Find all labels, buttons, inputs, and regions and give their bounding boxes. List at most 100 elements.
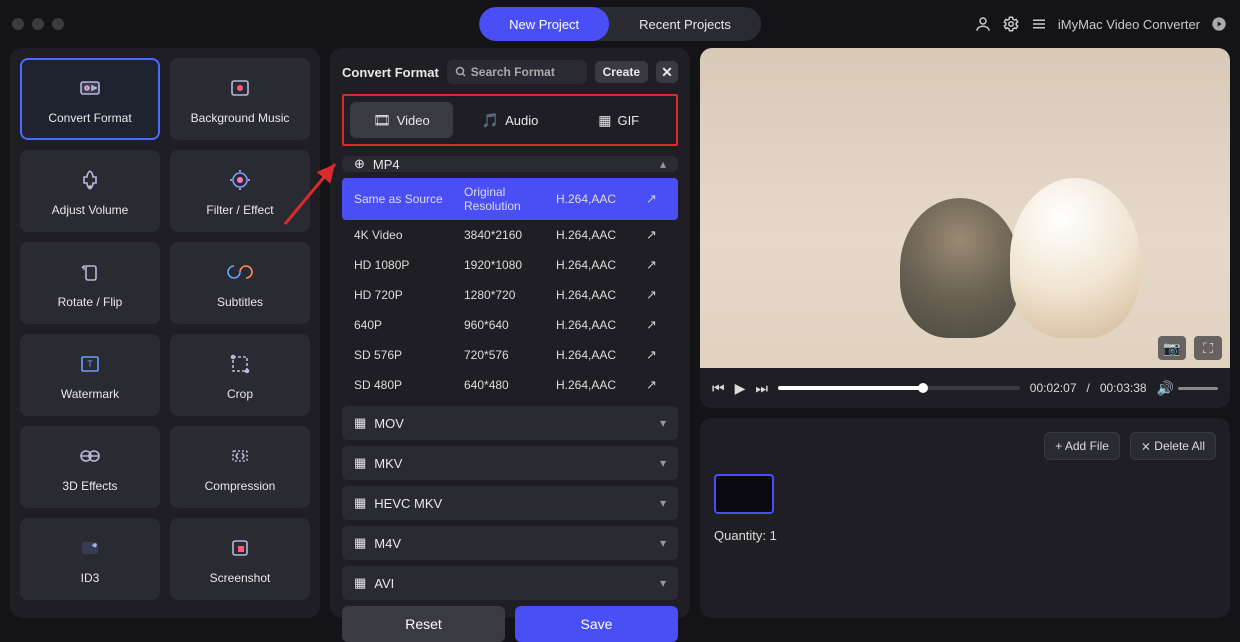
delete-all-button[interactable]: ⨯ Delete All [1130,432,1216,460]
settings-icon[interactable] [1002,15,1020,33]
edit-preset-icon[interactable]: ↗ [646,377,666,393]
section-avi[interactable]: ▦AVI▾ [342,566,678,600]
right-column: 📷 ⛶ ⏮ ▶ ⏭ 00:02:07 / 00:03:38 🔊 + Ad [700,48,1230,618]
format-icon: ▦ [354,535,366,551]
tool-subtitles[interactable]: Subtitles [170,242,310,324]
video-area[interactable]: 📷 ⛶ [700,48,1230,368]
tool-label: Watermark [61,387,119,401]
account-icon[interactable] [974,15,992,33]
prev-button[interactable]: ⏮ [712,380,725,397]
tool-convert[interactable]: Convert Format [20,58,160,140]
preset-name: 4K Video [354,228,464,242]
preset-name: Same as Source [354,192,464,206]
gif-icon: ▦ [598,112,611,129]
preset-row[interactable]: 640P960*640H.264,AAC↗ [342,310,678,340]
reset-button[interactable]: Reset [342,606,505,642]
traffic-max[interactable] [52,18,64,30]
tool-rotate[interactable]: Rotate / Flip [20,242,160,324]
section-label: MKV [374,456,402,471]
format-icon: ▦ [354,575,366,591]
preset-row[interactable]: HD 1080P1920*1080H.264,AAC↗ [342,250,678,280]
search-icon [455,66,467,78]
preset-res: 960*640 [464,318,556,332]
tool-volume[interactable]: Adjust Volume [20,150,160,232]
save-button[interactable]: Save [515,606,678,642]
tool-music[interactable]: Background Music [170,58,310,140]
edit-preset-icon[interactable]: ↗ [646,287,666,303]
tab-new-project[interactable]: New Project [479,7,609,41]
queue-thumbnail[interactable] [714,474,774,514]
tools-panel: Convert Format Background Music Adjust Vol… [10,48,320,618]
section-label: M4V [374,536,401,551]
traffic-close[interactable] [12,18,24,30]
preset-res: 1920*1080 [464,258,556,272]
queue-panel: + Add File ⨯ Delete All Quantity: 1 [700,418,1230,618]
preset-res: Original Resolution [464,185,556,213]
preset-row[interactable]: HD 720P1280*720H.264,AAC↗ [342,280,678,310]
search-placeholder: Search Format [471,65,555,79]
search-input[interactable]: Search Format [447,60,587,84]
progress-bar[interactable] [778,386,1020,390]
window-traffic-lights [12,18,64,30]
menu-icon[interactable] [1030,15,1048,33]
watermark-icon: T [75,349,105,379]
tab-audio[interactable]: 🎵Audio [459,102,562,138]
preset-codec: H.264,AAC [556,258,646,272]
screenshot-icon [225,533,255,563]
add-file-button[interactable]: + Add File [1044,432,1120,460]
section-hevc-mkv[interactable]: ▦HEVC MKV▾ [342,486,678,520]
convert-panel: Convert Format Search Format Create ✕ 🎞V… [330,48,690,618]
play-button[interactable]: ▶ [735,380,746,397]
format-icon: ▦ [354,495,366,511]
format-icon: ⊕ [354,156,365,172]
snapshot-icon[interactable]: 📷 [1158,336,1186,360]
tool-screenshot[interactable]: Screenshot [170,518,310,600]
tool-crop[interactable]: Crop [170,334,310,416]
time-sep: / [1087,381,1090,395]
chevron-down-icon: ▾ [660,496,666,510]
tool-compress[interactable]: Compression [170,426,310,508]
edit-preset-icon[interactable]: ↗ [646,317,666,333]
tool-watermark[interactable]: T Watermark [20,334,160,416]
edit-preset-icon[interactable]: ↗ [646,227,666,243]
tab-recent-projects[interactable]: Recent Projects [609,7,761,41]
tab-video[interactable]: 🎞Video [350,102,453,138]
section-m4v[interactable]: ▦ M4V ▾ [342,526,678,560]
format-type-tabs: 🎞Video 🎵Audio ▦GIF [342,94,678,146]
player-controls: ⏮ ▶ ⏭ 00:02:07 / 00:03:38 🔊 [700,368,1230,408]
volume-slider[interactable] [1178,387,1218,390]
edit-preset-icon[interactable]: ↗ [646,191,666,207]
volume-icon [75,165,105,195]
tool-3d[interactable]: 3D Effects [20,426,160,508]
tab-gif[interactable]: ▦GIF [567,102,670,138]
preset-codec: H.264,AAC [556,192,646,206]
tool-label: Background Music [191,111,290,125]
tool-id3[interactable]: ID3 [20,518,160,600]
tab-audio-label: Audio [505,113,538,128]
preset-codec: H.264,AAC [556,228,646,242]
quantity-value: 1 [770,528,777,543]
section-mkv[interactable]: ▦MKV▾ [342,446,678,480]
chevron-down-icon: ▾ [660,536,666,550]
edit-preset-icon[interactable]: ↗ [646,347,666,363]
tool-label: Convert Format [48,111,131,125]
preset-row[interactable]: Same as SourceOriginal ResolutionH.264,A… [342,178,678,220]
video-frame [700,48,1230,368]
chevron-up-icon: ▴ [660,157,666,171]
create-button[interactable]: Create [595,61,648,83]
section-mov[interactable]: ▦MOV▾ [342,406,678,440]
tool-label: Rotate / Flip [58,295,123,309]
tool-label: Filter / Effect [206,203,273,217]
tool-filter[interactable]: Filter / Effect [170,150,310,232]
next-button[interactable]: ⏭ [755,380,768,397]
volume-icon[interactable]: 🔊 [1157,380,1174,397]
section-mp4[interactable]: ⊕ MP4 ▴ [342,156,678,172]
preset-row[interactable]: SD 480P640*480H.264,AAC↗ [342,370,678,400]
edit-preset-icon[interactable]: ↗ [646,257,666,273]
fullscreen-icon[interactable]: ⛶ [1194,336,1222,360]
close-button[interactable]: ✕ [656,61,678,83]
preset-row[interactable]: SD 576P720*576H.264,AAC↗ [342,340,678,370]
video-content [900,198,1020,338]
preset-row[interactable]: 4K Video3840*2160H.264,AAC↗ [342,220,678,250]
traffic-min[interactable] [32,18,44,30]
